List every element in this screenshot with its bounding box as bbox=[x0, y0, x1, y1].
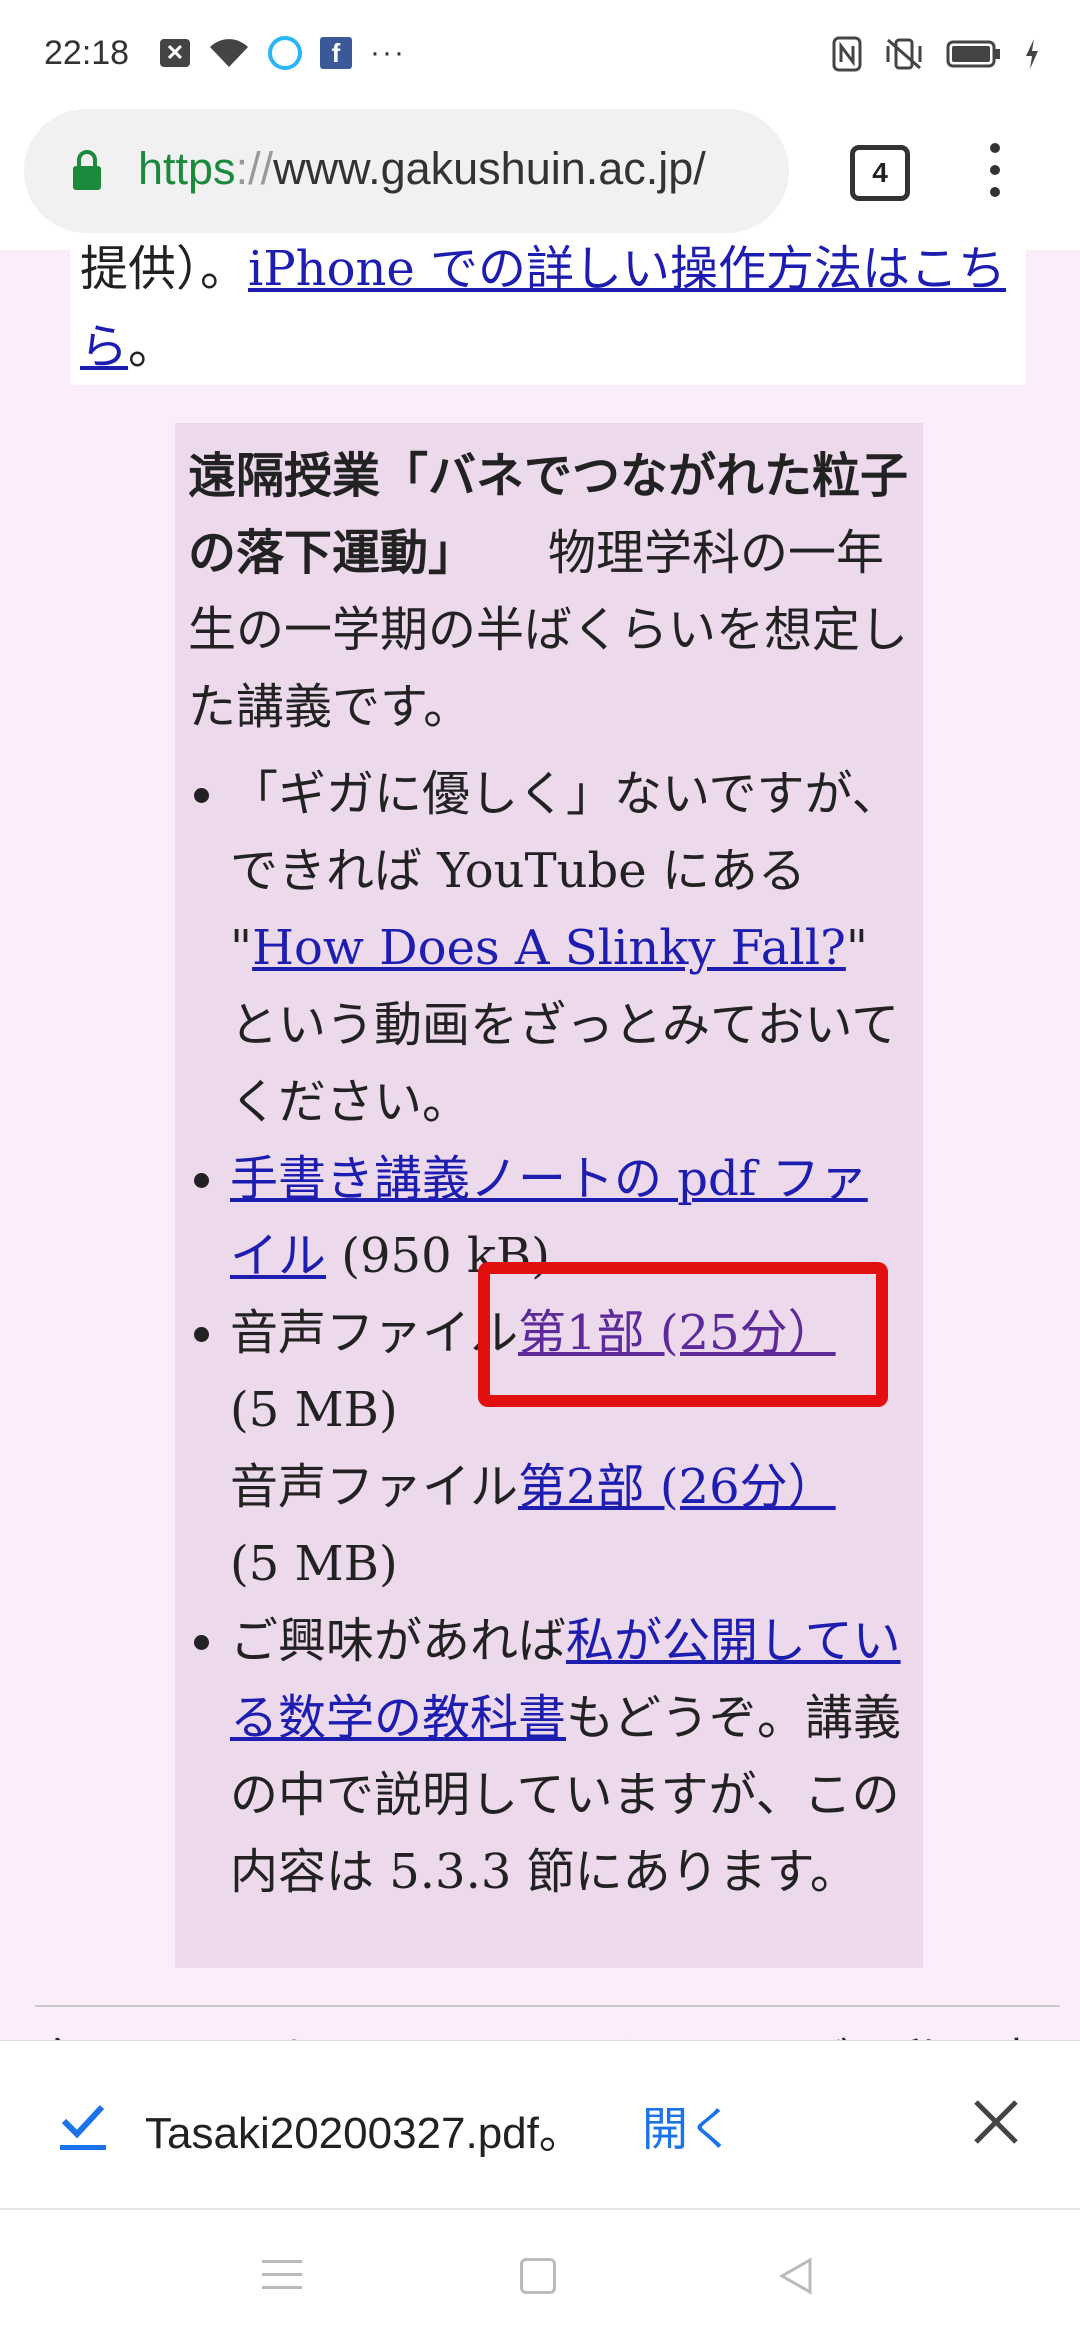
nfc-icon bbox=[832, 36, 862, 72]
url-separator: :// bbox=[235, 143, 274, 194]
top-info-suffix: 。 bbox=[128, 319, 177, 375]
section-divider bbox=[35, 2005, 1060, 2007]
slinky-video-link[interactable]: How Does A Slinky Fall? bbox=[252, 920, 846, 976]
audio-size-1: (5 MB) bbox=[230, 1382, 398, 1438]
tab-switcher-button[interactable]: 4 bbox=[850, 145, 910, 201]
browser-menu-button[interactable] bbox=[985, 143, 1005, 203]
next-paragraph-text: 言うまでもないことかもしれませんが、私の書いたペ bbox=[35, 2022, 1080, 2040]
wifi-icon bbox=[208, 37, 250, 69]
menu-line-icon bbox=[262, 2260, 302, 2263]
audio-size-2: (5 MB) bbox=[230, 1536, 398, 1592]
status-icons-right bbox=[832, 36, 1040, 72]
url-text[interactable]: https://www.gakushuin.ac.jp/ bbox=[138, 143, 788, 195]
close-icon[interactable] bbox=[970, 2096, 1022, 2148]
menu-line-icon bbox=[262, 2273, 302, 2276]
facebook-icon: f bbox=[320, 37, 352, 69]
textbook-text-a: ご興味があれば bbox=[230, 1613, 567, 1669]
url-scheme: https bbox=[138, 143, 236, 194]
system-nav-bar bbox=[0, 2208, 1080, 2342]
recents-button[interactable] bbox=[262, 2260, 302, 2299]
list-item: ご興味があれば私が公開している数学の教科書もどうぞ。講義の中で説明していますが、… bbox=[230, 1603, 908, 1911]
address-bar[interactable]: https://www.gakushuin.ac.jp/ bbox=[24, 109, 789, 233]
browser-toolbar: https://www.gakushuin.ac.jp/ 4 bbox=[0, 105, 1080, 250]
status-time: 22:18 bbox=[44, 34, 130, 72]
home-button[interactable] bbox=[520, 2258, 556, 2294]
lecture-content: 遠隔授業「バネでつながれた粒子の落下運動」 物理学科の一年生の一学期の半ばくらい… bbox=[188, 438, 908, 1911]
lecture-intro-paragraph: 遠隔授業「バネでつながれた粒子の落下運動」 物理学科の一年生の一学期の半ばくらい… bbox=[188, 438, 908, 746]
download-filename: Tasaki20200327.pdf。 bbox=[145, 2109, 583, 2158]
highlight-box bbox=[478, 1262, 888, 1407]
app-notification-icon: ✕ bbox=[160, 39, 190, 67]
more-notifications-icon: ··· bbox=[370, 36, 406, 69]
menu-line-icon bbox=[262, 2286, 302, 2289]
url-host: www.gakushuin.ac.jp/ bbox=[273, 143, 706, 194]
list-item: 「ギガに優しく」ないですが、できれば YouTube にある "How Does… bbox=[230, 756, 908, 1141]
download-infobar: Tasaki20200327.pdf。 開く bbox=[0, 2040, 1080, 2209]
open-download-button[interactable]: 開く bbox=[642, 2093, 734, 2159]
audio-label-2: 音声ファイル bbox=[230, 1459, 519, 1515]
lock-icon bbox=[73, 150, 101, 190]
sync-icon bbox=[268, 36, 302, 70]
status-icons-left: ✕ f ··· bbox=[160, 36, 406, 70]
menu-dot-icon bbox=[990, 187, 1000, 197]
menu-dot-icon bbox=[990, 165, 1000, 175]
battery-icon bbox=[946, 39, 1002, 69]
menu-dot-icon bbox=[990, 143, 1000, 153]
back-button[interactable] bbox=[776, 2256, 816, 2296]
top-info-text: 提供）。iPhone での詳しい操作方法はこちら。 bbox=[80, 230, 1020, 386]
download-complete-icon bbox=[60, 2104, 106, 2150]
audio-part2-link[interactable]: 第2部 (26分） bbox=[518, 1459, 836, 1515]
status-bar: 22:18 ✕ f ··· bbox=[0, 0, 1080, 105]
audio-label-1: 音声ファイル bbox=[230, 1305, 519, 1361]
top-info-prefix: 提供）。 bbox=[80, 241, 249, 297]
vibrate-off-icon bbox=[884, 36, 924, 72]
charging-icon bbox=[1024, 39, 1040, 69]
